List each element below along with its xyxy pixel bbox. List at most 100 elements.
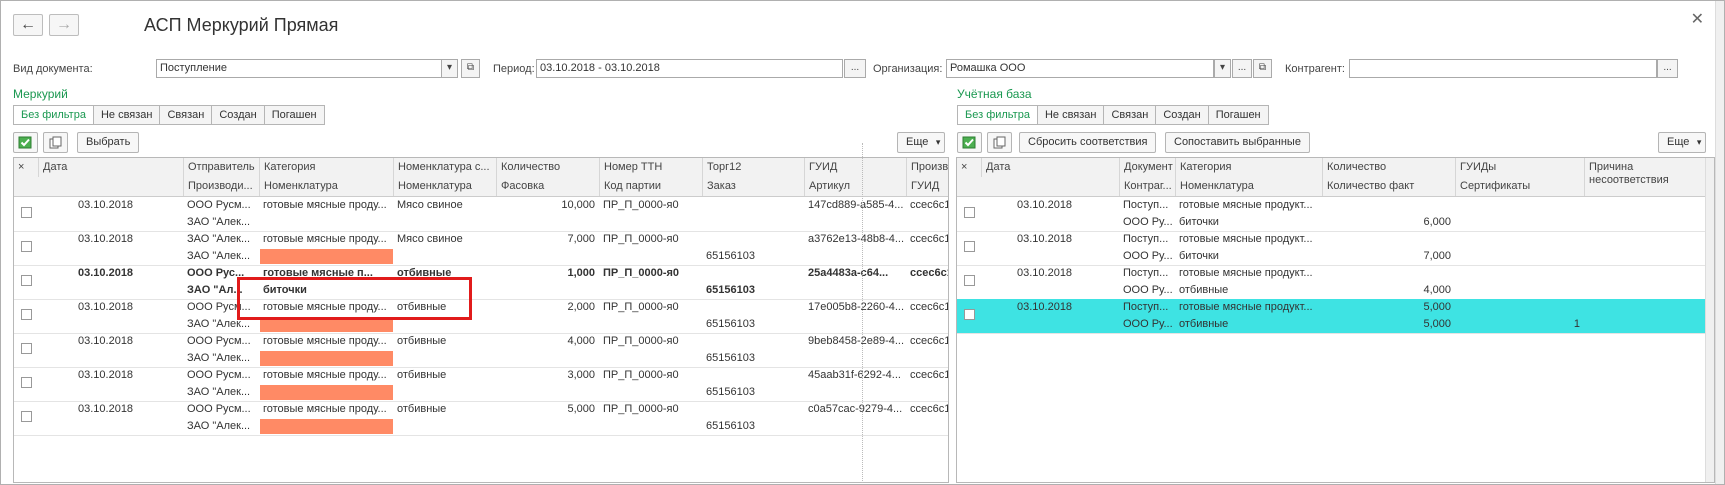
header-nomenclature[interactable]: Номенклатура — [259, 177, 393, 196]
tab-not-linked[interactable]: Не связан — [92, 105, 161, 125]
header-torg12[interactable]: Торг12 — [702, 158, 804, 177]
header-guid[interactable]: ГУИД — [804, 158, 906, 177]
cell-producer-guid: ccec6c13 — [910, 369, 948, 381]
cell-quantity: 5,000 — [1423, 301, 1451, 313]
org-select-button[interactable]: ... — [1232, 59, 1252, 78]
header-nomen-s[interactable]: Номенклатура с... — [393, 158, 496, 177]
left-more-button[interactable]: Еще ▾ — [897, 132, 946, 153]
check-all-button[interactable] — [13, 132, 38, 153]
table-row[interactable]: 03.10.2018 ООО Русм... готовые мясные прод… — [14, 367, 948, 402]
table-row[interactable]: 03.10.2018 Поступ... готовые мясные продук… — [957, 265, 1714, 300]
header-producer-sub[interactable]: Производи... — [183, 177, 259, 196]
tab-linked[interactable]: Связан — [159, 105, 213, 125]
cell-ttn: ПР_П_0000-я0 — [603, 403, 679, 415]
vertical-scrollbar[interactable] — [1705, 158, 1714, 482]
table-row[interactable]: 03.10.2018 ООО Русм... готовые мясные прод… — [14, 333, 948, 368]
tab-no-filter-right[interactable]: Без фильтра — [957, 105, 1038, 125]
header-date[interactable]: Дата — [38, 158, 183, 177]
left-more-label: Еще — [906, 136, 929, 148]
table-row[interactable]: 03.10.2018 ООО Русм... готовые мясные прод… — [14, 401, 948, 436]
row-checkbox[interactable] — [21, 207, 32, 218]
open-icon[interactable]: ⧉ — [461, 59, 480, 78]
tab-created[interactable]: Создан — [211, 105, 265, 125]
cell-contragent: ООО Ру... — [1123, 250, 1173, 262]
chevron-down-icon[interactable]: ▾ — [441, 59, 458, 78]
annotation-highlight-box — [237, 277, 472, 320]
table-row[interactable]: 03.10.2018 ООО Рус... готовые мясные п... о… — [14, 265, 948, 300]
header-sender[interactable]: Отправитель — [183, 158, 259, 177]
org-select[interactable]: Ромашка ООО — [946, 59, 1214, 78]
header-category-right[interactable]: Категория — [1175, 158, 1322, 177]
contragent-select-button[interactable]: ... — [1657, 59, 1678, 78]
tab-redeemed[interactable]: Погашен — [263, 105, 325, 125]
header-ttn[interactable]: Номер ТТН — [599, 158, 702, 177]
table-row[interactable]: 03.10.2018 Поступ... готовые мясные продук… — [957, 231, 1714, 266]
copy-button-right[interactable] — [987, 132, 1012, 153]
header-quantity[interactable]: Количество — [496, 158, 599, 177]
tab-linked-right[interactable]: Связан — [1103, 105, 1157, 125]
chevron-down-icon[interactable]: ▾ — [1214, 59, 1231, 78]
header-nomenclature-2[interactable]: Номенклатура — [393, 177, 496, 196]
cell-sender: ЗАО "Алек... — [187, 233, 251, 245]
table-row[interactable]: 03.10.2018 ООО Русм... готовые мясные прод… — [14, 299, 948, 334]
table-row[interactable]: 03.10.2018 Поступ... готовые мясные продук… — [957, 299, 1714, 334]
row-checkbox[interactable] — [964, 207, 975, 218]
open-icon[interactable]: ⧉ — [1253, 59, 1272, 78]
mercury-grid-header: × Дата Отправитель Категория Номенклатур… — [14, 158, 948, 197]
close-icon[interactable]: ✕ — [1691, 9, 1704, 29]
header-certificates[interactable]: Сертификаты — [1455, 177, 1584, 196]
row-checkbox[interactable] — [21, 411, 32, 422]
cell-quantity — [1322, 231, 1455, 248]
table-row[interactable]: 03.10.2018 ЗАО "Алек... готовые мясные про… — [14, 231, 948, 266]
match-selected-button[interactable]: Сопоставить выбранные — [1165, 132, 1310, 153]
period-input[interactable]: 03.10.2018 - 03.10.2018 — [536, 59, 843, 78]
table-row[interactable]: 03.10.2018 Поступ... готовые мясные продук… — [957, 197, 1714, 232]
table-row[interactable]: 03.10.2018 ООО Русм... готовые мясные прод… — [14, 197, 948, 232]
row-checkbox[interactable] — [21, 275, 32, 286]
row-checkbox[interactable] — [21, 309, 32, 320]
period-select-button[interactable]: ... — [844, 59, 866, 78]
header-category[interactable]: Категория — [259, 158, 393, 177]
row-checkbox[interactable] — [21, 241, 32, 252]
header-order[interactable]: Заказ — [702, 177, 804, 196]
contragent-input[interactable] — [1349, 59, 1657, 78]
doc-type-select[interactable]: Поступление — [156, 59, 458, 78]
header-guid-2[interactable]: ГУИД — [906, 177, 948, 196]
highlight-empty-cell — [260, 351, 393, 366]
window-scrollbar[interactable] — [1715, 1, 1724, 484]
header-contragent[interactable]: Контраг... — [1119, 177, 1175, 196]
cell-guid: c0a57cac-9279-4... — [808, 403, 903, 415]
tab-redeemed-right[interactable]: Погашен — [1207, 105, 1269, 125]
cell-producer-guid: ccec6c1 — [910, 267, 949, 279]
header-date-right[interactable]: Дата — [981, 158, 1119, 177]
cell-nomenclature: отбивные — [397, 403, 447, 415]
header-nomenclature-right[interactable]: Номенклатура — [1175, 177, 1322, 196]
copy-button[interactable] — [43, 132, 68, 153]
panel-splitter[interactable] — [862, 143, 864, 483]
row-checkbox[interactable] — [21, 377, 32, 388]
forward-button[interactable]: → — [49, 14, 79, 36]
header-qty-fact[interactable]: Количество факт — [1322, 177, 1455, 196]
header-quantity-right[interactable]: Количество — [1322, 158, 1455, 177]
header-packing[interactable]: Фасовка — [496, 177, 599, 196]
right-more-button[interactable]: Еще ▾ — [1658, 132, 1707, 153]
reset-matches-button[interactable]: Сбросить соответствия — [1019, 132, 1157, 153]
row-checkbox[interactable] — [964, 275, 975, 286]
tab-created-right[interactable]: Создан — [1155, 105, 1209, 125]
header-document[interactable]: Документ — [1119, 158, 1175, 177]
back-button[interactable]: ← — [13, 14, 43, 36]
row-checkbox[interactable] — [964, 241, 975, 252]
select-button[interactable]: Выбрать — [77, 132, 140, 153]
tab-no-filter[interactable]: Без фильтра — [13, 105, 94, 125]
row-checkbox[interactable] — [21, 343, 32, 354]
cell-category: готовые мясные проду... — [263, 403, 387, 415]
header-article[interactable]: Артикул — [804, 177, 906, 196]
cell-sender: ООО Русм... — [187, 369, 251, 381]
tab-not-linked-right[interactable]: Не связан — [1036, 105, 1105, 125]
header-guids[interactable]: ГУИДы — [1455, 158, 1584, 177]
header-producer[interactable]: Производ... — [906, 158, 948, 177]
row-checkbox[interactable] — [964, 309, 975, 320]
check-all-button-right[interactable] — [957, 132, 982, 153]
header-mismatch-reason[interactable]: Причина несоответствия — [1584, 158, 1708, 196]
header-batch-code[interactable]: Код партии — [599, 177, 702, 196]
